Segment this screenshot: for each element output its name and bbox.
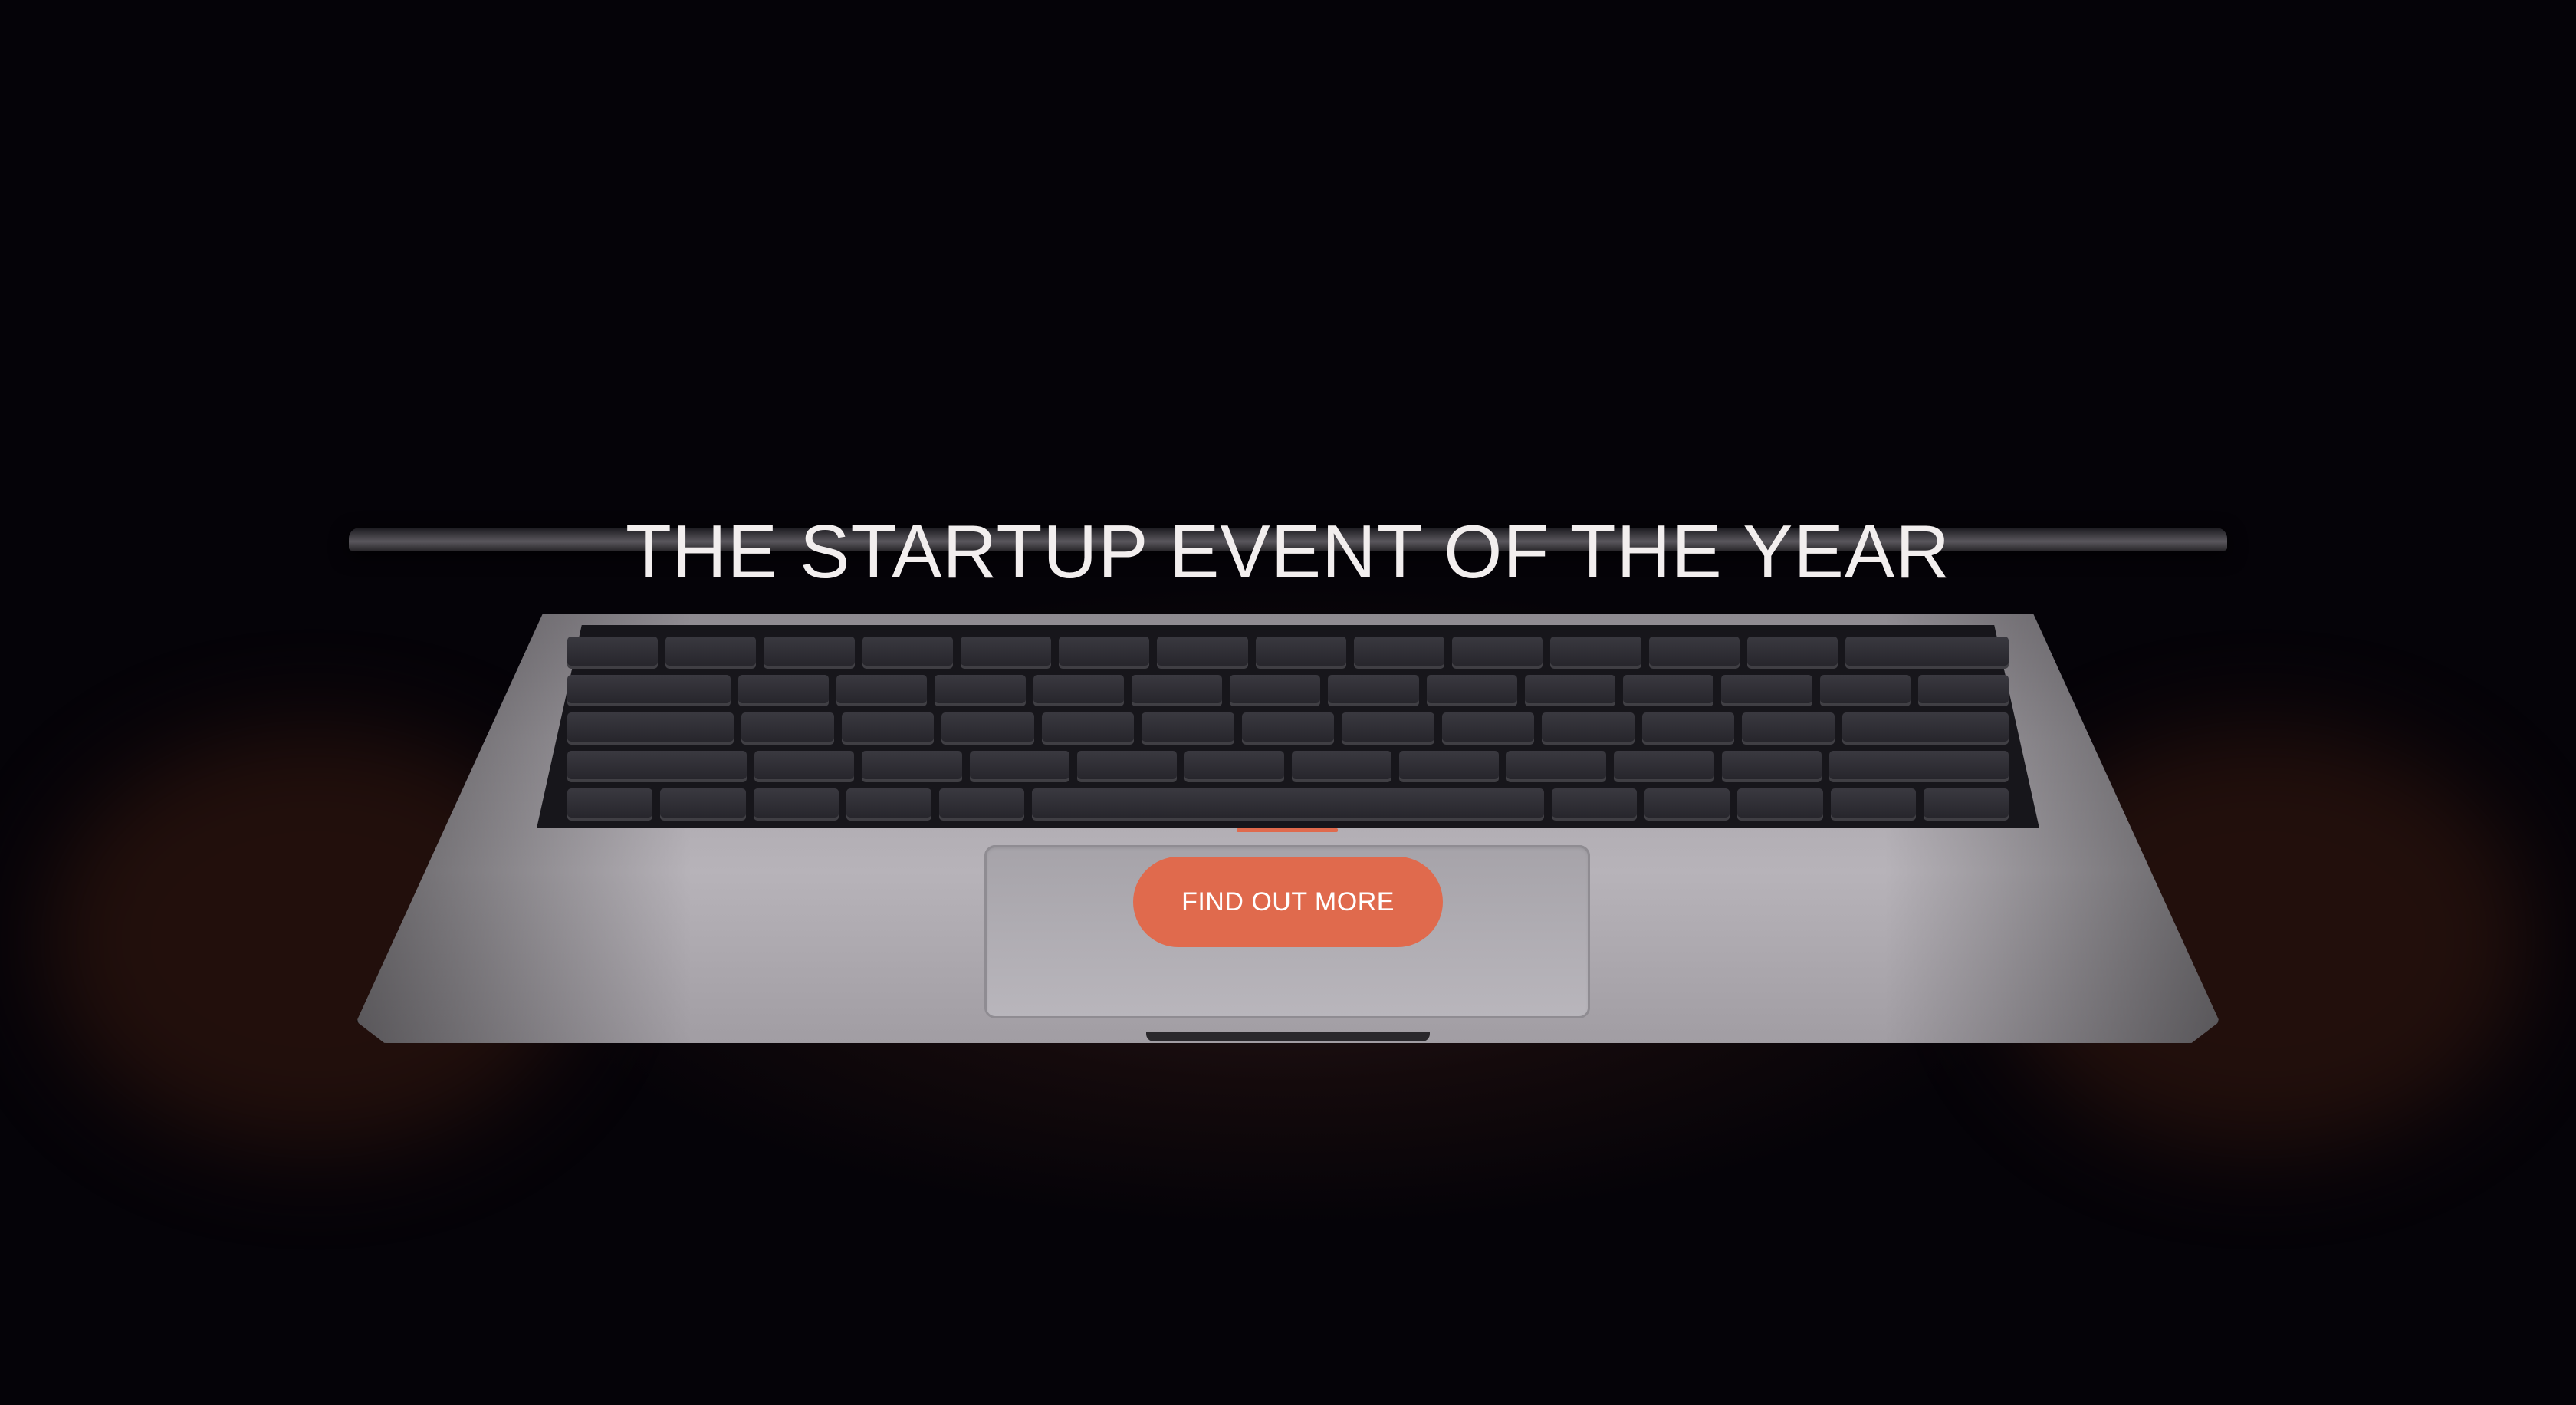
key (1033, 674, 1124, 707)
key (841, 712, 935, 745)
key (1342, 712, 1434, 745)
key (738, 674, 830, 707)
key (969, 750, 1070, 783)
key (960, 637, 1052, 669)
key (1721, 674, 1812, 707)
key (660, 788, 746, 821)
key (1542, 712, 1635, 745)
key (1742, 712, 1835, 745)
key (1399, 750, 1500, 783)
key (741, 712, 834, 745)
key (764, 637, 855, 669)
key (1614, 750, 1714, 783)
key-row (567, 788, 2009, 821)
key (754, 750, 855, 783)
hero-headline: THE STARTUP EVENT OF THE YEAR (625, 508, 1951, 594)
key (1721, 750, 1822, 783)
key (1184, 750, 1284, 783)
accent-divider (1237, 828, 1338, 832)
key (1551, 788, 1637, 821)
key (1644, 788, 1730, 821)
key (665, 637, 757, 669)
key (1842, 712, 2009, 745)
key (1353, 637, 1445, 669)
key (1041, 712, 1135, 745)
key (1917, 674, 2009, 707)
find-out-more-button[interactable]: FIND OUT MORE (1133, 857, 1443, 947)
key (1641, 712, 1735, 745)
key (1623, 674, 1714, 707)
key (1830, 788, 1916, 821)
key (1845, 637, 2009, 669)
laptop-notch (1146, 1032, 1430, 1041)
key (567, 674, 731, 707)
key (567, 637, 659, 669)
key (567, 712, 734, 745)
key (846, 788, 932, 821)
key (1648, 637, 1740, 669)
key (1292, 750, 1392, 783)
key-row (567, 750, 2009, 783)
key (1524, 674, 1616, 707)
key (1737, 788, 1823, 821)
key (567, 750, 748, 783)
key (1452, 637, 1543, 669)
key (836, 674, 928, 707)
key (1819, 674, 1911, 707)
key (862, 637, 953, 669)
key (1142, 712, 1234, 745)
key (1076, 750, 1177, 783)
key (753, 788, 839, 821)
key (1241, 712, 1335, 745)
key (567, 788, 653, 821)
key (862, 750, 962, 783)
key-row (567, 637, 2009, 669)
key-row (567, 712, 2009, 745)
key (1230, 674, 1321, 707)
key (1550, 637, 1641, 669)
key-row (567, 674, 2009, 707)
hero-background-image (0, 0, 2576, 1405)
laptop-keys (567, 637, 2009, 821)
key (1441, 712, 1535, 745)
key (1255, 637, 1346, 669)
key (1746, 637, 1838, 669)
key (935, 674, 1026, 707)
key (1059, 637, 1150, 669)
key (941, 712, 1034, 745)
key (939, 788, 1025, 821)
key (1829, 750, 2009, 783)
key (1328, 674, 1419, 707)
key (1506, 750, 1607, 783)
key (1923, 788, 2009, 821)
key (1157, 637, 1248, 669)
key (1426, 674, 1517, 707)
hero-section: THE STARTUP EVENT OF THE YEAR FIND OUT M… (0, 0, 2576, 1405)
key (1032, 788, 1544, 821)
key (1131, 674, 1223, 707)
